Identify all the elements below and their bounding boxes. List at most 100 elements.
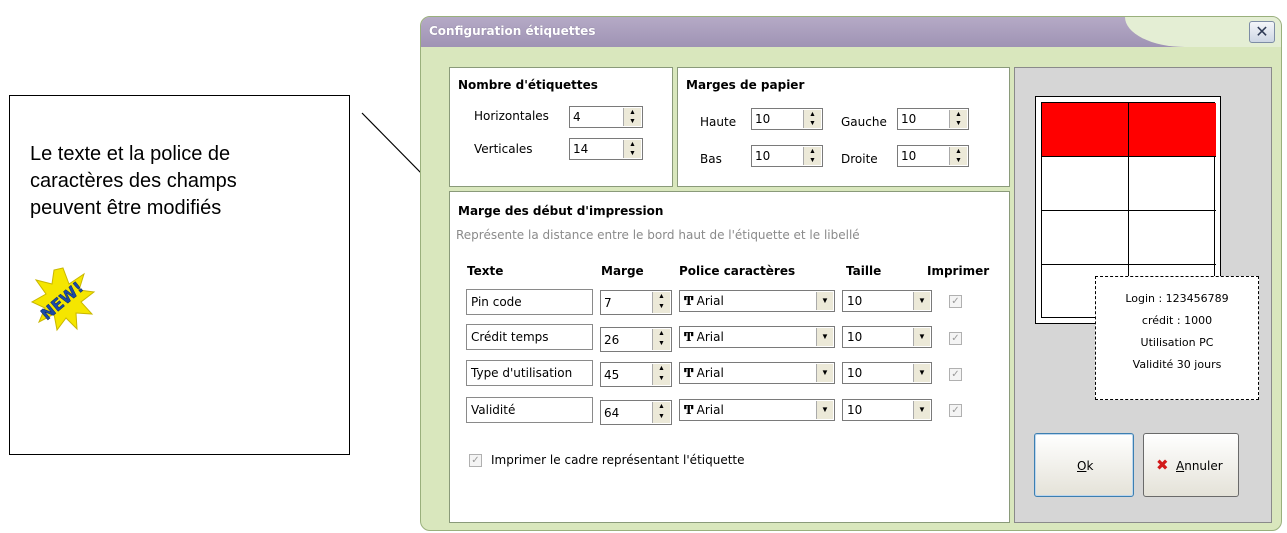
chevron-down-icon[interactable]: ▼ xyxy=(816,328,833,346)
police-value: Arial xyxy=(696,366,724,380)
spinner-arrows-icon[interactable]: ▲ ▼ xyxy=(652,329,670,350)
taille-value: 10 xyxy=(847,294,863,308)
header-taille: Taille xyxy=(846,264,882,278)
spinner-arrows-icon[interactable]: ▲ ▼ xyxy=(949,110,967,128)
police-select[interactable]: Ͳ Arial ▼ xyxy=(679,362,835,384)
marge-spinner[interactable]: 7 ▲ ▼ xyxy=(600,290,672,315)
chevron-down-icon[interactable]: ▼ xyxy=(913,364,930,382)
gauche-label: Gauche xyxy=(841,115,887,129)
marge-spinner[interactable]: 64 ▲ ▼ xyxy=(600,400,672,425)
texte-field-credit-temps[interactable]: Crédit temps xyxy=(466,324,593,350)
annotation-line-2: caractères des champs xyxy=(30,170,237,192)
preview-line-credit: crédit : 1000 xyxy=(1141,314,1213,327)
haute-label: Haute xyxy=(700,115,737,129)
label-cell xyxy=(1042,157,1129,211)
truetype-icon: Ͳ xyxy=(684,330,694,344)
police-value: Arial xyxy=(696,330,724,344)
marge-impression-panel: Marge des début d'impression Représente … xyxy=(449,191,1010,523)
droite-spinner[interactable]: 10 ▲ ▼ xyxy=(897,145,969,167)
police-select[interactable]: Ͳ Arial ▼ xyxy=(679,326,835,348)
chevron-down-icon[interactable]: ▼ xyxy=(913,292,930,310)
new-badge-icon: NEW! xyxy=(30,267,96,332)
verticales-label: Verticales xyxy=(474,142,533,156)
marge-impression-title: Marge des début d'impression xyxy=(458,204,664,218)
texte-field-pin-code[interactable]: Pin code xyxy=(466,289,593,315)
marge-spinner[interactable]: 26 ▲ ▼ xyxy=(600,327,672,352)
texte-field-validite[interactable]: Validité xyxy=(466,397,593,423)
police-select[interactable]: Ͳ Arial ▼ xyxy=(679,399,835,421)
haute-value: 10 xyxy=(755,112,771,126)
taille-select[interactable]: 10 ▼ xyxy=(842,326,932,348)
cadre-label: Imprimer le cadre représentant l'étiquet… xyxy=(491,453,745,467)
ok-button[interactable]: Ok xyxy=(1034,433,1134,497)
label-cell-highlighted xyxy=(1042,103,1129,157)
marges-papier-panel: Marges de papier Haute 10 ▲ ▼ Gauche 10 ▲… xyxy=(677,67,1010,187)
spinner-arrows-icon[interactable]: ▲ ▼ xyxy=(652,364,670,385)
taille-select[interactable]: 10 ▼ xyxy=(842,399,932,421)
spinner-arrows-icon[interactable]: ▲ ▼ xyxy=(652,402,670,423)
verticales-value: 14 xyxy=(573,142,589,156)
ok-button-label: Ok xyxy=(1077,459,1094,473)
horizontales-spinner[interactable]: 4 ▲ ▼ xyxy=(569,106,643,128)
spinner-arrows-icon[interactable]: ▲ ▼ xyxy=(803,147,821,165)
close-button[interactable]: ✕ xyxy=(1249,21,1275,43)
label-cell xyxy=(1129,157,1216,211)
chevron-down-icon[interactable]: ▼ xyxy=(913,328,930,346)
truetype-icon: Ͳ xyxy=(684,366,694,380)
chevron-down-icon[interactable]: ▼ xyxy=(913,401,930,419)
bas-spinner[interactable]: 10 ▲ ▼ xyxy=(751,145,823,167)
window-title: Configuration étiquettes xyxy=(429,24,596,38)
annotation-box: Le texte et la police de caractères des … xyxy=(9,95,350,455)
spinner-arrows-icon[interactable]: ▲ ▼ xyxy=(803,110,821,128)
bas-label: Bas xyxy=(700,152,722,166)
header-imprimer: Imprimer xyxy=(927,264,990,278)
imprimer-checkbox[interactable]: ✓ xyxy=(949,332,962,345)
texte-value: Validité xyxy=(471,403,516,417)
preview-line-validite: Validité 30 jours xyxy=(1132,358,1222,371)
spinner-arrows-icon[interactable]: ▲ ▼ xyxy=(652,292,670,313)
truetype-icon: Ͳ xyxy=(684,403,694,417)
nombre-etiquettes-title: Nombre d'étiquettes xyxy=(458,78,598,92)
verticales-spinner[interactable]: 14 ▲ ▼ xyxy=(569,138,643,160)
marge-impression-subtitle: Représente la distance entre le bord hau… xyxy=(456,228,860,242)
chevron-down-icon[interactable]: ▼ xyxy=(816,401,833,419)
marges-papier-title: Marges de papier xyxy=(686,78,805,92)
chevron-down-icon[interactable]: ▼ xyxy=(816,364,833,382)
configuration-dialog: Configuration étiquettes ✕ Nombre d'étiq… xyxy=(420,16,1282,531)
marge-spinner[interactable]: 45 ▲ ▼ xyxy=(600,362,672,387)
annotation-line-3: peuvent être modifiés xyxy=(30,197,222,219)
horizontales-value: 4 xyxy=(573,110,581,124)
taille-select[interactable]: 10 ▼ xyxy=(842,362,932,384)
haute-spinner[interactable]: 10 ▲ ▼ xyxy=(751,108,823,130)
chevron-down-icon[interactable]: ▼ xyxy=(816,292,833,310)
nombre-etiquettes-panel: Nombre d'étiquettes Horizontales 4 ▲ ▼ Ve… xyxy=(449,67,673,187)
imprimer-checkbox[interactable]: ✓ xyxy=(949,295,962,308)
imprimer-checkbox[interactable]: ✓ xyxy=(949,368,962,381)
cadre-checkbox[interactable]: ✓ xyxy=(469,454,482,467)
gauche-spinner[interactable]: 10 ▲ ▼ xyxy=(897,108,969,130)
header-texte: Texte xyxy=(467,264,504,278)
spinner-arrows-icon[interactable]: ▲ ▼ xyxy=(623,108,641,126)
label-cell xyxy=(1042,211,1129,265)
marge-value: 45 xyxy=(604,368,620,382)
annotation-text: Le texte et la police de caractères des … xyxy=(30,141,330,222)
spinner-arrows-icon[interactable]: ▲ ▼ xyxy=(623,140,641,158)
taille-value: 10 xyxy=(847,366,863,380)
spinner-arrows-icon[interactable]: ▲ ▼ xyxy=(949,147,967,165)
label-cell-highlighted xyxy=(1129,103,1216,157)
texte-field-type-utilisation[interactable]: Type d'utilisation xyxy=(466,360,593,386)
header-marge: Marge xyxy=(601,264,644,278)
truetype-icon: Ͳ xyxy=(684,294,694,308)
horizontales-label: Horizontales xyxy=(474,109,549,123)
preview-line-utilisation: Utilisation PC xyxy=(1140,336,1214,349)
annuler-button-label: Annuler xyxy=(1176,459,1223,473)
imprimer-checkbox[interactable]: ✓ xyxy=(949,404,962,417)
police-select[interactable]: Ͳ Arial ▼ xyxy=(679,290,835,312)
preview-line-login: Login : 123456789 xyxy=(1125,292,1229,305)
label-cell xyxy=(1129,211,1216,265)
gauche-value: 10 xyxy=(901,112,917,126)
taille-value: 10 xyxy=(847,403,863,417)
texte-value: Pin code xyxy=(471,295,522,309)
annuler-button[interactable]: ✖ Annuler xyxy=(1143,433,1239,497)
taille-select[interactable]: 10 ▼ xyxy=(842,290,932,312)
